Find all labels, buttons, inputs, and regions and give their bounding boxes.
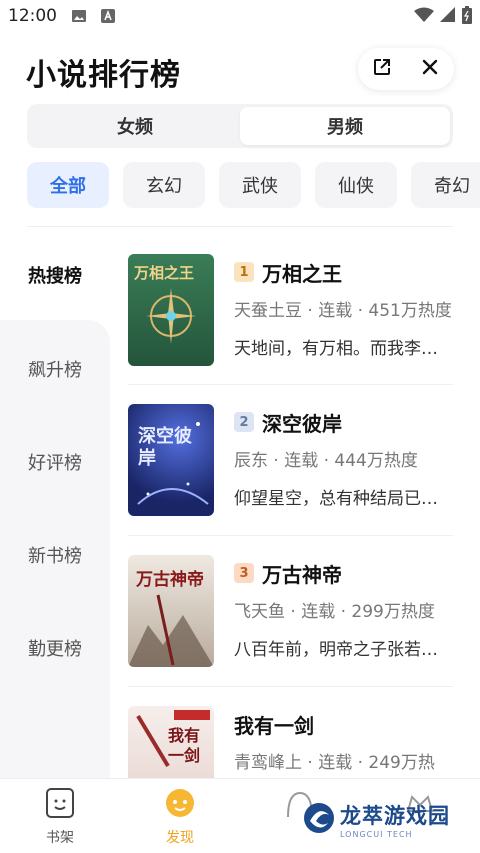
book-meta: 辰东 · 连载 · 444万热度 [234,451,418,471]
category-chips: 全部 玄幻 武侠 仙侠 奇幻 [27,162,480,208]
book-cover-title: 我有一剑 [168,726,201,765]
chip-xianxia[interactable]: 仙侠 [315,162,397,208]
book-cover-title: 深空彼岸 [138,426,192,469]
chip-all[interactable]: 全部 [27,162,109,208]
bookshelf-icon [44,787,76,823]
nav-discover[interactable]: 发现 [140,787,220,847]
rank-nav-hot-search[interactable]: 热搜榜 [28,262,82,288]
divider [27,226,453,227]
rank-badge: 1 [234,262,254,282]
book-item[interactable]: 万古神帝 3 万古神帝 飞天鱼 · 连载 · 299万热度 八百年前，明帝之子张… [128,555,453,685]
book-meta: 飞天鱼 · 连载 · 299万热度 [234,602,435,622]
book-description: 天地间，有万相。而我李… [234,339,438,359]
battery-icon [462,6,472,28]
book-item[interactable]: 深空彼岸 2 深空彼岸 辰东 · 连载 · 444万热度 仰望星空，总有种结局已… [128,404,453,534]
gallery-icon [72,8,86,22]
nav-bookshelf-label: 书架 [46,830,74,846]
watermark-logo-icon [302,801,336,839]
header-action-capsule [358,48,454,90]
nav-bookshelf[interactable]: 书架 [20,787,100,847]
tab-female[interactable]: 女频 [30,107,240,145]
text-notification-icon [101,8,115,23]
watermark: 龙萃游戏园 LONGCUI TECH [302,800,450,839]
rank-badge: 3 [234,563,254,583]
watermark-text: 龙萃游戏园 [340,804,450,828]
book-title[interactable]: 万相之王 [262,258,342,287]
book-title[interactable]: 我有一剑 [234,710,314,739]
book-cover-title: 万相之王 [134,264,195,282]
rank-badge: 2 [234,412,254,432]
gender-tabs: 女频 男频 [27,104,453,148]
book-cover[interactable]: 万相之王 [128,254,214,366]
page-title: 小说排行榜 [26,58,181,93]
chip-qihuan[interactable]: 奇幻 [411,162,480,208]
list-separator [128,686,453,687]
book-title[interactable]: 深空彼岸 [262,408,342,437]
list-separator [128,535,453,536]
close-icon [421,58,439,80]
book-cover[interactable]: 我有一剑 [128,706,214,778]
book-cover[interactable]: 深空彼岸 [128,404,214,516]
status-time: 12:00 [8,6,57,26]
rank-nav-new-books[interactable]: 新书榜 [28,542,82,568]
nav-discover-label: 发现 [166,830,194,846]
rank-nav-top-rated[interactable]: 好评榜 [28,449,82,475]
discover-icon [164,787,196,823]
wifi-icon [414,7,434,27]
book-meta: 青鸾峰上 · 连载 · 249万热 [234,753,435,773]
tab-male[interactable]: 男频 [240,107,450,145]
chip-xuanhuan[interactable]: 玄幻 [123,162,205,208]
book-cover-title: 万古神帝 [136,570,204,590]
book-meta: 天蚕土豆 · 连载 · 451万热度 [234,301,452,321]
share-icon [372,57,392,81]
rank-nav-frequent-updates[interactable]: 勤更榜 [28,635,82,661]
close-button[interactable] [412,51,448,87]
rank-nav-rising[interactable]: 飙升榜 [28,356,82,382]
chip-wuxia[interactable]: 武侠 [219,162,301,208]
book-description: 仰望星空，总有种结局已… [234,489,438,509]
watermark-subtext: LONGCUI TECH [340,830,413,839]
status-bar: 12:00 [0,0,480,32]
book-item[interactable]: 万相之王 1 万相之王 天蚕土豆 · 连载 · 451万热度 天地间，有万相。而… [128,254,453,384]
book-cover[interactable]: 万古神帝 [128,555,214,667]
signal-icon [440,7,456,27]
list-separator [128,384,453,385]
share-button[interactable] [364,51,400,87]
book-item[interactable]: 我有一剑 我有一剑 青鸾峰上 · 连载 · 249万热 [128,706,453,778]
book-title[interactable]: 万古神帝 [262,559,342,588]
book-description: 八百年前，明帝之子张若… [234,640,438,660]
